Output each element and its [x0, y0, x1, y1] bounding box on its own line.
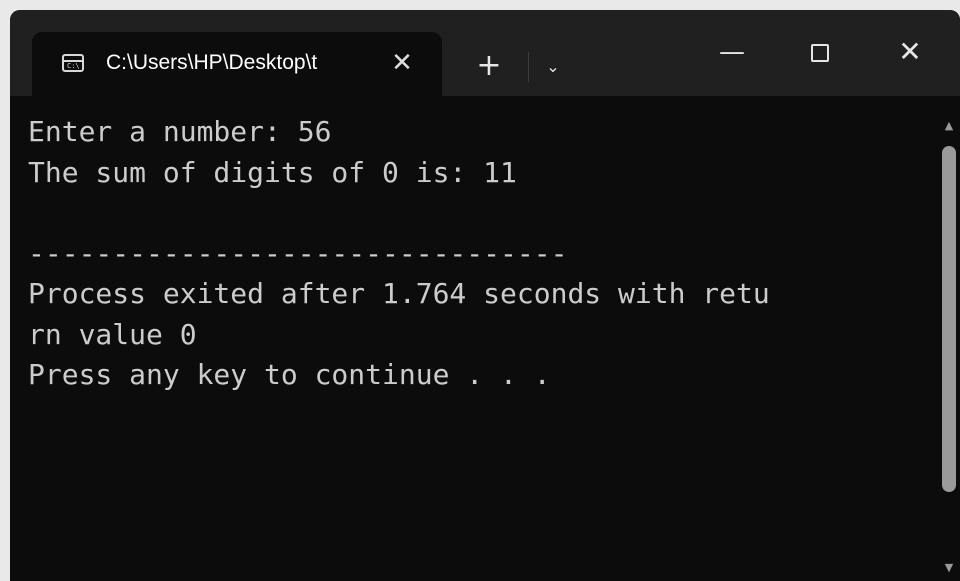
console-icon: C:\ [62, 54, 84, 72]
terminal-line: ​ [28, 193, 928, 234]
terminal-line: rn value 0 [28, 317, 197, 351]
tab-title: C:\Users\HP\Desktop\t [106, 51, 318, 74]
new-tab-button[interactable]: + [470, 47, 508, 85]
title-bar[interactable]: C:\ C:\Users\HP\Desktop\t ✕ + ⌄ — ✕ [10, 10, 960, 96]
terminal-line: The sum of digits of 0 is: 11 [28, 155, 517, 189]
terminal-line: Enter a number: 56 [28, 115, 332, 148]
close-button[interactable]: ✕ [880, 32, 940, 72]
titlebar-divider [528, 52, 529, 82]
terminal-line: Press any key to continue . . . [28, 358, 551, 391]
scroll-down-icon[interactable]: ▼ [942, 562, 956, 574]
tab-close-icon[interactable]: ✕ [385, 46, 419, 80]
tab-console[interactable]: C:\ C:\Users\HP\Desktop\t ✕ [32, 32, 442, 96]
scroll-up-icon[interactable]: ▲ [942, 120, 956, 132]
terminal-window: C:\ C:\Users\HP\Desktop\t ✕ + ⌄ — ✕ Ente… [10, 10, 960, 581]
terminal-line: Process exited after 1.764 seconds with … [28, 277, 770, 310]
terminal-output[interactable]: Enter a number: 56 The sum of digits of 0… [28, 112, 928, 572]
chevron-down-icon[interactable]: ⌄ [538, 52, 568, 82]
maximize-button[interactable] [790, 32, 850, 72]
vertical-scrollbar[interactable]: ▲ ▼ [938, 106, 960, 581]
scroll-thumb[interactable] [942, 146, 956, 492]
maximize-icon [811, 43, 829, 62]
terminal-line: -------------------------------- [28, 236, 568, 270]
minimize-button[interactable]: — [702, 32, 762, 72]
